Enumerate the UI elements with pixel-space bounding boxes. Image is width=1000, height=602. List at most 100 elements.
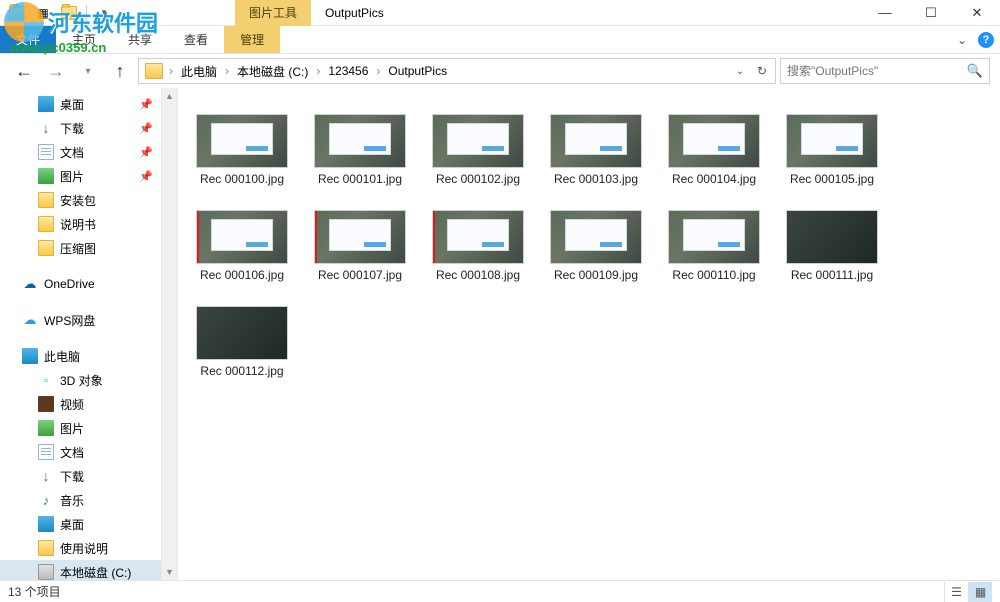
ribbon-expand-icon[interactable]: ⌄ [948,33,976,47]
scroll-down-icon[interactable]: ▼ [162,564,177,580]
breadcrumb-icon [145,63,163,79]
sidebar-item[interactable]: 压缩图 [0,236,161,260]
navigation-pane[interactable]: 桌面📌↓下载📌文档📌 图片 📌 安装包说明书压缩图 ☁OneDrive ☁WPS网盘此电脑… [0,88,162,580]
sidebar-item[interactable]: ↓下载 [0,464,161,488]
sidebar-item[interactable]: ↓下载📌 [0,116,161,140]
ribbon-tab-share[interactable]: 共享 [112,26,168,53]
sidebar-item[interactable]: 文档📌 [0,140,161,164]
sidebar-item[interactable]: 此电脑 [0,344,161,368]
sidebar-item[interactable]: 安装包 [0,188,161,212]
nav-forward-button[interactable]: → [42,57,70,85]
sidebar-item[interactable]: 图片 📌 [0,164,161,188]
view-thumbnails-button[interactable]: ▦ [968,582,992,602]
window-title: OutputPics [325,6,384,20]
ribbon-tab-home[interactable]: 主页 [56,26,112,53]
file-item[interactable]: Rec 000103.jpg [548,114,644,186]
doc-icon [38,444,54,460]
crumb-pc[interactable]: 此电脑 [175,59,223,83]
view-details-button[interactable]: ☰ [944,582,968,602]
folder-icon [38,216,54,232]
sidebar-item[interactable]: ▫3D 对象 [0,368,161,392]
file-thumbnail [196,306,288,360]
file-item[interactable]: Rec 000107.jpg [312,210,408,282]
sidebar-item[interactable]: ☁OneDrive [0,272,161,296]
file-item[interactable]: Rec 000101.jpg [312,114,408,186]
ribbon-tab-view[interactable]: 查看 [168,26,224,53]
file-thumbnail [550,210,642,264]
file-item[interactable]: Rec 000102.jpg [430,114,526,186]
file-name-label: Rec 000103.jpg [554,172,638,186]
file-name-label: Rec 000104.jpg [672,172,756,186]
file-item[interactable]: Rec 000100.jpg [194,114,290,186]
file-list[interactable]: Rec 000100.jpg Rec 000101.jpg Rec 000102.j… [178,88,1000,580]
sidebar-item[interactable]: 桌面 [0,512,161,536]
chevron-right-icon[interactable]: › [167,64,175,78]
sidebar-item[interactable]: 桌面📌 [0,92,161,116]
help-icon[interactable]: ? [978,32,994,48]
sidebar-item-label: 图片 [60,168,84,185]
chevron-right-icon[interactable]: › [314,64,322,78]
sidebar-item[interactable]: 视频 [0,392,161,416]
refresh-button[interactable]: ↻ [751,59,773,83]
sidebar-item-label: 文档 [60,444,84,461]
crumb-folder[interactable]: 123456 [322,59,374,83]
qat-newfolder-icon[interactable] [58,2,80,24]
search-icon[interactable]: 🔍 [967,63,983,79]
nav-up-button[interactable]: ↑ [106,57,134,85]
file-item[interactable]: Rec 000105.jpg [784,114,880,186]
contextual-tab-header: 图片工具 [235,0,311,26]
file-item[interactable]: Rec 000108.jpg [430,210,526,282]
app-icon[interactable] [6,2,28,24]
chevron-right-icon[interactable]: › [374,64,382,78]
file-thumbnail [550,114,642,168]
qat-properties-icon[interactable]: ▦ [32,2,54,24]
crumb-current[interactable]: OutputPics [382,59,453,83]
sidebar-item-label: 下载 [60,120,84,137]
sidebar-item[interactable]: ☁WPS网盘 [0,308,161,332]
sidebar-item[interactable]: 说明书 [0,212,161,236]
sidebar-item[interactable]: 文档 [0,440,161,464]
sidebar-item-label: 桌面 [60,516,84,533]
search-box[interactable]: 🔍 [780,58,990,84]
sidebar-item[interactable]: 使用说明 [0,536,161,560]
doc-icon [38,144,54,160]
ribbon-tab-file[interactable]: 文件 [0,26,56,53]
sidebar-item-label: 本地磁盘 (C:) [60,564,131,581]
close-button[interactable]: ✕ [954,0,1000,26]
breadcrumb-dropdown-icon[interactable]: ⌄ [729,59,751,83]
sidebar-item-label: 视频 [60,396,84,413]
folder-icon [38,240,54,256]
pic-icon [38,168,54,184]
file-name-label: Rec 000100.jpg [200,172,284,186]
sidebar-item[interactable]: 本地磁盘 (C:) [0,560,161,580]
chevron-right-icon[interactable]: › [223,64,231,78]
sidebar-item[interactable]: ♪音乐 [0,488,161,512]
sidebar-scrollbar[interactable]: ▲ ▼ [162,88,178,580]
file-item[interactable]: Rec 000106.jpg [194,210,290,282]
folder-icon [38,540,54,556]
cloud-icon: ☁ [22,276,38,292]
minimize-button[interactable]: ― [862,0,908,26]
file-item[interactable]: Rec 000104.jpg [666,114,762,186]
nav-recent-dropdown[interactable]: ▾ [74,57,102,85]
file-item[interactable]: Rec 000111.jpg [784,210,880,282]
file-item[interactable]: Rec 000109.jpg [548,210,644,282]
maximize-button[interactable]: ☐ [908,0,954,26]
crumb-drive[interactable]: 本地磁盘 (C:) [231,59,314,83]
qat-dropdown-icon[interactable]: ▾ [93,2,115,24]
file-item[interactable]: Rec 000110.jpg [666,210,762,282]
pin-icon: 📌 [139,170,153,183]
desktop-icon [38,96,54,112]
sidebar-item-label: 下载 [60,468,84,485]
file-name-label: Rec 000105.jpg [790,172,874,186]
ribbon-tab-manage[interactable]: 管理 [224,26,280,53]
file-item[interactable]: Rec 000112.jpg [194,306,290,378]
breadcrumb[interactable]: › 此电脑 › 本地磁盘 (C:) › 123456 › OutputPics … [138,58,776,84]
sidebar-item-label: 安装包 [60,192,96,209]
sidebar-item-label: 音乐 [60,492,84,509]
search-input[interactable] [787,64,967,78]
ribbon: 文件 主页 共享 查看 管理 ⌄ ? [0,26,1000,54]
nav-back-button[interactable]: ← [10,57,38,85]
scroll-up-icon[interactable]: ▲ [162,88,177,104]
sidebar-item[interactable]: 图片 [0,416,161,440]
